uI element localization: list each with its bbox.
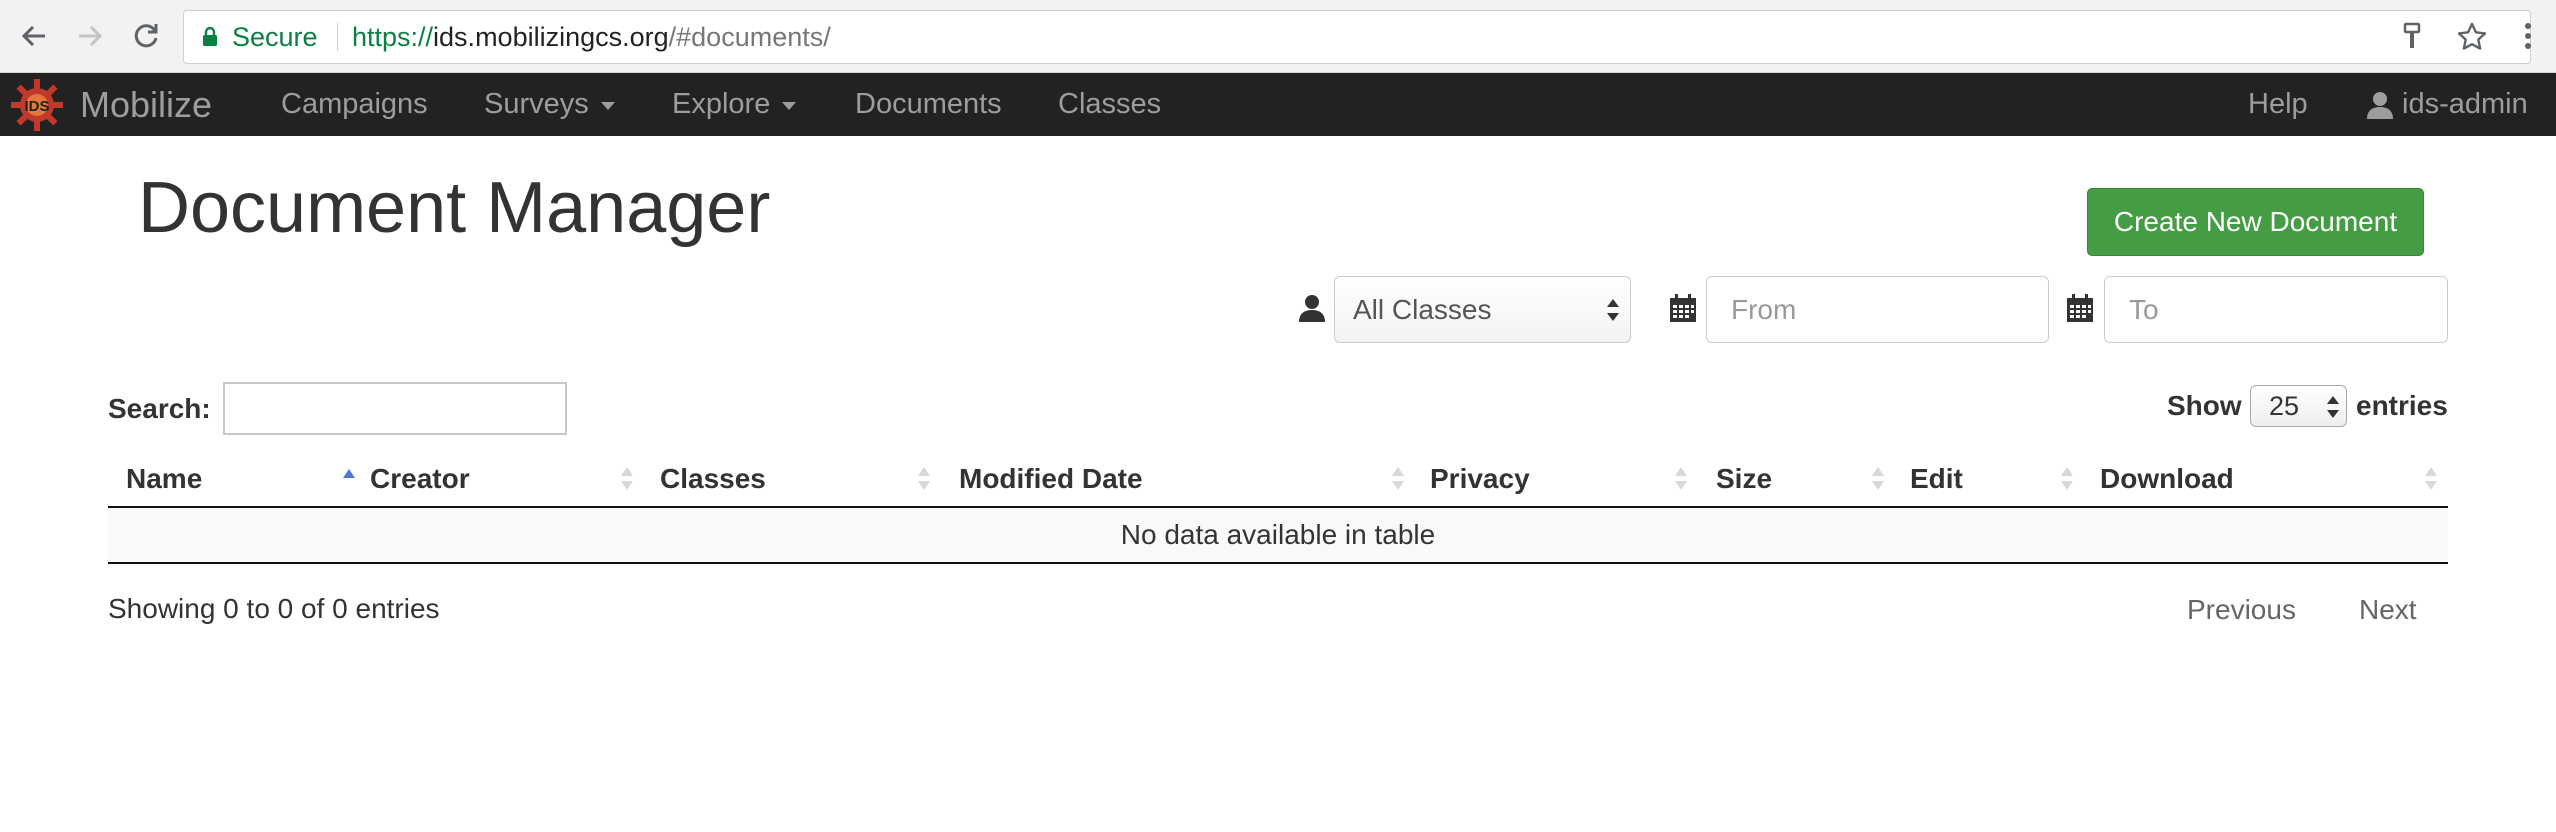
address-bar[interactable]: Secure https://ids.mobilizingcs.org/#doc…: [183, 10, 2531, 64]
class-filter-user-icon: [1296, 292, 1328, 324]
reload-icon: [134, 24, 158, 48]
column-header-modified-date[interactable]: Modified Date: [959, 451, 1417, 506]
column-header-name[interactable]: Name: [126, 451, 356, 506]
column-header-privacy[interactable]: Privacy: [1430, 451, 1700, 506]
previous-page-button[interactable]: Previous: [2187, 594, 2296, 626]
url-text[interactable]: https://ids.mobilizingcs.org/#documents/: [352, 11, 831, 63]
class-filter-select[interactable]: All Classes: [1334, 276, 1631, 343]
column-header-classes[interactable]: Classes: [660, 451, 945, 506]
column-header-size[interactable]: Size: [1716, 451, 1896, 506]
nav-explore-dropdown[interactable]: Explore: [672, 73, 797, 136]
user-menu[interactable]: ids-admin: [2366, 73, 2528, 136]
browser-menu-button[interactable]: [2506, 14, 2550, 58]
user-icon: [2367, 91, 2393, 119]
column-label: Privacy: [1430, 462, 1530, 494]
table-empty-row: No data available in table: [108, 508, 2448, 564]
table-header: Name Creator Classes Modified Date Priva…: [108, 451, 2448, 508]
documents-table: Name Creator Classes Modified Date Priva…: [108, 451, 2448, 564]
secure-indicator[interactable]: Secure: [202, 11, 318, 63]
create-document-button[interactable]: Create New Document: [2087, 188, 2424, 256]
nav-classes[interactable]: Classes: [1058, 73, 1161, 136]
key-icon: [2403, 22, 2421, 48]
lock-icon: [203, 27, 217, 46]
to-date-input[interactable]: [2104, 276, 2448, 343]
sort-both-icon: [2425, 467, 2437, 490]
app-navbar: IDS Mobilize Campaigns Surveys Explore D…: [0, 73, 2556, 136]
search-label: Search:: [108, 393, 211, 424]
user-name: ids-admin: [2402, 88, 2528, 120]
browser-toolbar: Secure https://ids.mobilizingcs.org/#doc…: [0, 0, 2556, 73]
sort-both-icon: [2061, 467, 2073, 490]
caret-down-icon: [782, 102, 797, 110]
reload-button[interactable]: [124, 14, 168, 58]
extension-button[interactable]: [2394, 19, 2430, 55]
column-label: Classes: [660, 462, 766, 494]
select-arrows-icon: [2327, 396, 2339, 418]
column-header-download[interactable]: Download: [2100, 451, 2440, 506]
forward-arrow-icon: [79, 25, 103, 47]
column-label: Name: [126, 462, 203, 494]
omnibox-divider: [337, 23, 338, 51]
secure-label: Secure: [232, 21, 318, 52]
page-title: Document Manager: [138, 168, 771, 248]
caret-down-icon: [600, 102, 615, 110]
sort-both-icon: [918, 467, 930, 490]
sort-both-icon: [1872, 467, 1884, 490]
more-vertical-icon: [2525, 23, 2531, 49]
nav-classes-label: Classes: [1058, 88, 1162, 120]
nav-documents[interactable]: Documents: [855, 73, 1002, 136]
brand-link[interactable]: IDS Mobilize: [8, 73, 212, 136]
user-icon: [1299, 295, 1325, 322]
nav-explore-label: Explore: [672, 88, 771, 120]
ids-logo-icon: IDS: [11, 78, 63, 131]
page-size-select[interactable]: 25: [2250, 385, 2347, 427]
nav-help-label: Help: [2248, 88, 2308, 120]
nav-campaigns-label: Campaigns: [281, 88, 428, 120]
entries-label: entries: [2356, 390, 2448, 421]
column-header-edit[interactable]: Edit: [1910, 451, 2084, 506]
next-page-button[interactable]: Next: [2359, 594, 2417, 626]
star-icon: [2457, 22, 2487, 50]
back-button[interactable]: [12, 14, 56, 58]
column-header-creator[interactable]: Creator: [370, 451, 644, 506]
brand-name: Mobilize: [80, 83, 213, 125]
sort-both-icon: [621, 467, 633, 490]
nav-surveys-dropdown[interactable]: Surveys: [484, 73, 615, 136]
logo-text: IDS: [24, 98, 49, 115]
column-label: Download: [2100, 462, 2234, 494]
nav-documents-label: Documents: [855, 88, 1002, 120]
empty-message: No data available in table: [1120, 519, 1436, 550]
column-label: Size: [1716, 462, 1773, 494]
from-calendar-icon: [1667, 292, 1699, 324]
column-label: Edit: [1910, 462, 1963, 494]
sort-both-icon: [1392, 467, 1404, 490]
page-size-value: 25: [2269, 390, 2300, 421]
search-input[interactable]: [223, 382, 567, 435]
column-label: Creator: [370, 462, 470, 494]
show-label: Show: [2167, 390, 2242, 421]
to-calendar-icon: [2064, 292, 2096, 324]
forward-button[interactable]: [68, 14, 112, 58]
column-label: Modified Date: [959, 462, 1143, 494]
class-filter-value: All Classes: [1353, 293, 1492, 325]
url-scheme: https://: [352, 21, 434, 52]
calendar-icon: [1670, 294, 1696, 322]
from-date-input[interactable]: [1706, 276, 2049, 343]
bookmark-button[interactable]: [2454, 19, 2490, 55]
back-arrow-icon: [21, 25, 45, 47]
calendar-icon: [2067, 294, 2093, 322]
table-info: Showing 0 to 0 of 0 entries: [108, 593, 440, 624]
nav-campaigns[interactable]: Campaigns: [281, 73, 428, 136]
nav-surveys-label: Surveys: [484, 88, 589, 120]
url-path: /#documents/: [668, 21, 831, 52]
select-arrows-icon: [1607, 299, 1619, 321]
sort-ascending-icon: [343, 469, 355, 478]
sort-both-icon: [1675, 467, 1687, 490]
url-host: ids.mobilizingcs.org: [433, 21, 669, 52]
nav-help[interactable]: Help: [2248, 73, 2308, 136]
